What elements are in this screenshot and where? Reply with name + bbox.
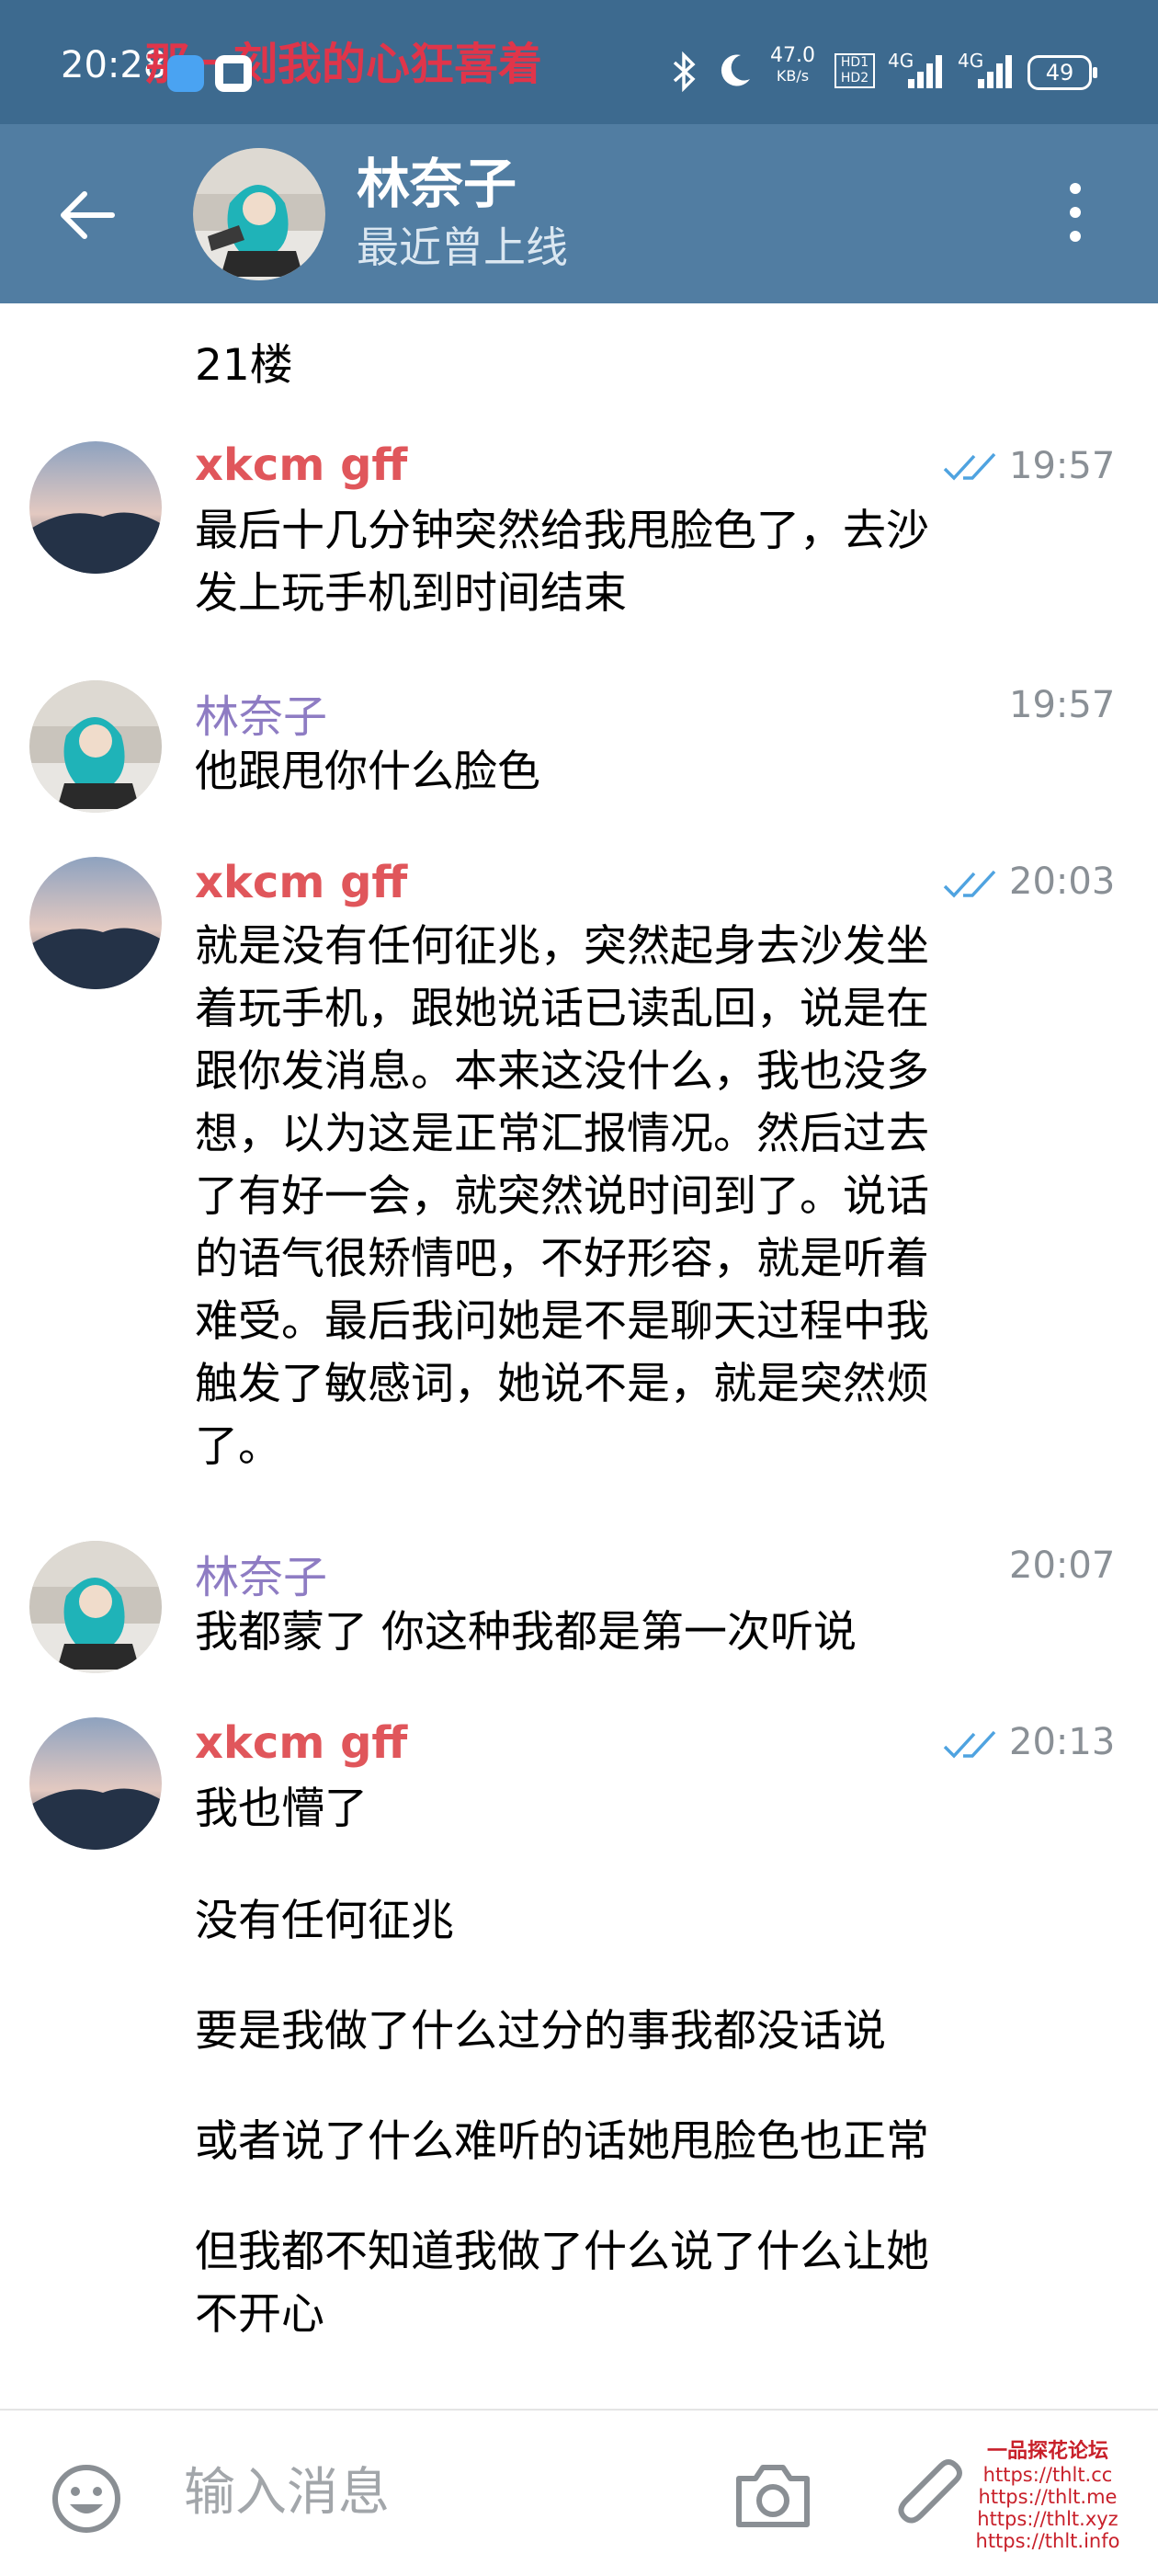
sender-name[interactable]: 林奈子 — [195, 680, 327, 745]
network-speed-value: 47.0 — [770, 44, 815, 67]
emoji-icon[interactable] — [50, 2462, 123, 2536]
watermark-url: https://thlt.cc — [982, 2464, 1113, 2486]
read-receipt-icon — [943, 1730, 996, 1759]
network-speed: 47.0 KB/s — [770, 46, 815, 86]
back-arrow-icon[interactable] — [55, 183, 119, 247]
message-time: 20:13 — [1009, 1721, 1116, 1763]
contact-status: 最近曾上线 — [357, 222, 568, 272]
read-receipt-icon — [943, 870, 996, 898]
watermark: 一品探花论坛 https://thlt.cc https://thlt.me h… — [956, 2434, 1140, 2552]
app-notification-icon — [215, 55, 252, 92]
watermark-url: https://thlt.me — [978, 2486, 1118, 2508]
signal-icon-sim2: 4G — [958, 50, 1016, 88]
contact-name[interactable]: 林奈子 — [357, 141, 517, 218]
sender-name[interactable]: xkcm gff — [195, 1717, 407, 1769]
avatar[interactable] — [29, 1541, 162, 1673]
message-time: 20:07 — [1009, 1544, 1116, 1587]
status-bar: 20:28 那一刻我的心狂喜着 47.0 KB/s HD1 HD2 4G 4G … — [0, 0, 1158, 124]
hd-voice-icon: HD1 HD2 — [834, 53, 875, 88]
camera-icon[interactable] — [732, 2458, 814, 2532]
message-text: 我也懵了 — [195, 1784, 368, 1834]
message-time: 19:57 — [1009, 445, 1116, 487]
message-text: 他跟甩你什么脸色 — [195, 747, 540, 797]
cloud-app-icon — [167, 55, 204, 92]
battery-icon: 49 — [1027, 55, 1097, 90]
signal-icon-sim1: 4G — [888, 50, 947, 88]
avatar[interactable] — [29, 680, 162, 813]
contact-avatar[interactable] — [193, 148, 325, 280]
message-text: 要是我做了什么过分的事我都没话说 — [195, 2006, 886, 2057]
message-list[interactable]: 21楼 xkcm gff 19:57 最后十几分钟突然给我甩脸色了，去沙 发上玩… — [0, 303, 1158, 2409]
avatar[interactable] — [29, 857, 162, 989]
watermark-title: 一品探花论坛 — [986, 2440, 1108, 2463]
message-text: 但我都不知道我做了什么说了什么让她 不开心 — [195, 2227, 929, 2340]
bluetooth-icon — [673, 51, 696, 92]
watermark-url: https://thlt.xyz — [977, 2508, 1118, 2530]
message-text: 就是没有任何征兆，突然起身去沙发坐 着玩手机，跟她说话已读乱回，说是在 跟你发消… — [195, 921, 929, 1472]
sender-name[interactable]: xkcm gff — [195, 439, 407, 491]
hd-label-1: HD1 — [840, 55, 869, 70]
chat-header: 林奈子 最近曾上线 — [0, 124, 1158, 303]
watermark-url: https://thlt.info — [975, 2530, 1120, 2552]
network-speed-unit: KB/s — [776, 67, 810, 85]
avatar[interactable] — [29, 1717, 162, 1850]
sender-name[interactable]: 林奈子 — [195, 1541, 327, 1605]
more-options-icon[interactable] — [1064, 183, 1086, 244]
sim1-network-type: 4G — [888, 50, 914, 72]
sim2-network-type: 4G — [958, 50, 984, 72]
avatar[interactable] — [29, 441, 162, 574]
notification-marquee: 那一刻我的心狂喜着 — [145, 39, 543, 90]
message-time: 19:57 — [1009, 684, 1116, 726]
message-text: 或者说了什么难听的话她甩脸色也正常 — [195, 2116, 929, 2167]
message-text: 我都蒙了 你这种我都是第一次听说 — [195, 1607, 857, 1658]
message-input[interactable]: 输入消息 — [184, 2447, 698, 2539]
message-time: 20:03 — [1009, 861, 1116, 903]
message-continuation: 21楼 — [195, 340, 293, 391]
message-text: 最后十几分钟突然给我甩脸色了，去沙 发上玩手机到时间结束 — [195, 506, 929, 619]
hd-label-2: HD2 — [840, 71, 869, 85]
message-text: 没有任何征兆 — [195, 1896, 454, 1946]
sender-name[interactable]: xkcm gff — [195, 857, 407, 908]
read-receipt-icon — [943, 452, 996, 481]
moon-icon — [721, 54, 750, 86]
